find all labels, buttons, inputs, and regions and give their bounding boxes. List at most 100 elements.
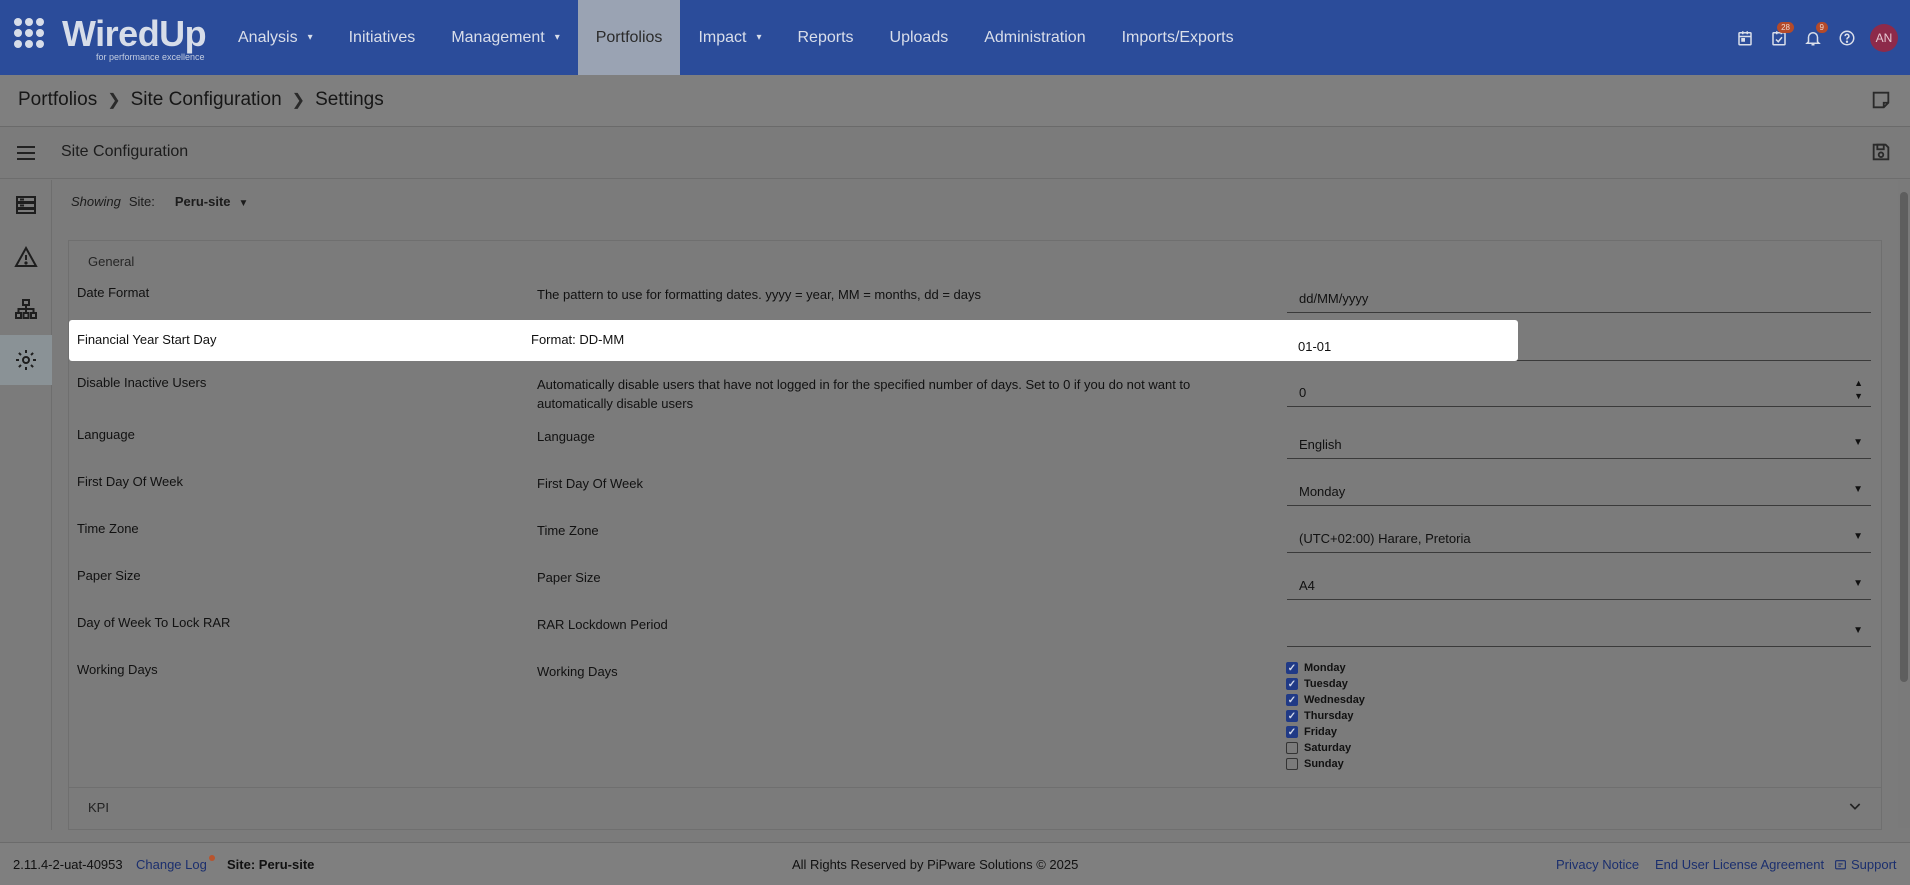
checkbox-unchecked-icon[interactable] xyxy=(1286,758,1298,770)
language-select[interactable]: English ▼ xyxy=(1287,427,1871,459)
nav-item-portfolios[interactable]: Portfolios xyxy=(577,0,681,75)
nav-item-label: Management xyxy=(451,28,545,46)
help-icon[interactable] xyxy=(1830,21,1864,55)
warning-icon[interactable] xyxy=(0,232,52,282)
checkbox-label: Friday xyxy=(1304,726,1338,738)
breadcrumb: Portfolios ❯ Site Configuration ❯ Settin… xyxy=(18,89,384,111)
time-zone-select[interactable]: (UTC+02:00) Harare, Pretoria ▼ xyxy=(1287,521,1871,553)
setting-description: Automatically disable users that have no… xyxy=(537,377,1191,411)
bell-icon[interactable]: 9 xyxy=(1796,21,1830,55)
calendar-icon[interactable] xyxy=(1728,21,1762,55)
site-value: Peru-site xyxy=(174,194,231,209)
nav-item-label: Portfolios xyxy=(595,28,663,46)
setting-label: Disable Inactive Users xyxy=(77,375,207,390)
working-day-thursday[interactable]: ✓ Thursday xyxy=(1286,708,1365,724)
support-label: Support xyxy=(1851,857,1897,872)
field-value: 0 xyxy=(1299,385,1307,400)
hamburger-menu-icon[interactable] xyxy=(14,141,38,165)
support-link[interactable]: Support xyxy=(1834,857,1897,872)
nav-item-uploads[interactable]: Uploads xyxy=(872,0,967,75)
hierarchy-icon[interactable] xyxy=(0,284,52,334)
nav-item-initiatives[interactable]: Initiatives xyxy=(331,0,434,75)
logo-tagline: for performance excellence xyxy=(96,52,205,62)
setting-label: First Day Of Week xyxy=(77,474,183,489)
copyright-text: All Rights Reserved by PiPware Solutions… xyxy=(792,857,1079,872)
logo-text: WiredUp xyxy=(62,13,207,54)
server-list-icon[interactable] xyxy=(0,180,52,230)
nav-item-imports-exports[interactable]: Imports/Exports xyxy=(1104,0,1252,75)
site-filter: Showing Site: Peru-site ▼ xyxy=(71,194,248,209)
setting-description: Paper Size xyxy=(537,570,601,585)
setting-label: Paper Size xyxy=(77,568,141,583)
working-day-monday[interactable]: ✓ Monday xyxy=(1286,660,1365,676)
nav-menu: Analysis ▾ Initiatives Management ▾ Portfo… xyxy=(220,0,1252,75)
nav-item-analysis[interactable]: Analysis ▾ xyxy=(220,0,331,75)
financial-year-start-day-input[interactable]: 01-01 xyxy=(1298,339,1331,354)
setting-label: Day of Week To Lock RAR xyxy=(77,615,231,630)
working-day-sunday[interactable]: Sunday xyxy=(1286,756,1365,772)
working-day-tuesday[interactable]: ✓ Tuesday xyxy=(1286,676,1365,692)
first-day-of-week-select[interactable]: Monday ▼ xyxy=(1287,474,1871,506)
field-value: (UTC+02:00) Harare, Pretoria xyxy=(1299,531,1471,546)
notifications-badge: 9 xyxy=(1815,21,1828,33)
working-day-saturday[interactable]: Saturday xyxy=(1286,740,1365,756)
checkbox-checked-icon[interactable]: ✓ xyxy=(1286,662,1298,674)
nav-item-management[interactable]: Management ▾ xyxy=(433,0,577,75)
nav-item-label: Imports/Exports xyxy=(1121,28,1234,46)
chevron-down-icon[interactable] xyxy=(1847,798,1863,814)
checkbox-checked-icon[interactable]: ✓ xyxy=(1286,678,1298,690)
field-value: dd/MM/yyyy xyxy=(1299,291,1369,306)
caret-down-icon: ▾ xyxy=(756,32,762,43)
gear-icon[interactable] xyxy=(0,335,52,385)
breadcrumb-site-configuration[interactable]: Site Configuration xyxy=(131,89,282,111)
nav-item-impact[interactable]: Impact ▾ xyxy=(680,0,779,75)
field-value: Monday xyxy=(1299,484,1346,499)
site-selector[interactable]: Peru-site ▼ xyxy=(175,194,249,209)
nav-item-administration[interactable]: Administration xyxy=(966,0,1103,75)
save-icon[interactable] xyxy=(1870,141,1892,163)
breadcrumb-portfolios[interactable]: Portfolios xyxy=(18,89,97,111)
nav-item-label: Reports xyxy=(797,28,854,46)
wiredup-logo[interactable]: WiredUp for performance excellence xyxy=(10,12,207,62)
tasks-badge: 28 xyxy=(1777,21,1794,33)
setting-row-financial-year-start-day[interactable]: Financial Year Start Day Format: DD-MM 0… xyxy=(69,320,1518,361)
chevron-right-icon: ❯ xyxy=(291,92,306,109)
change-log-dot-icon xyxy=(209,855,215,861)
showing-label: Showing xyxy=(71,194,121,209)
paper-size-select[interactable]: A4 ▼ xyxy=(1287,568,1871,600)
checkbox-label: Wednesday xyxy=(1304,694,1365,706)
note-icon[interactable] xyxy=(1870,89,1892,111)
nav-actions: 28 9 AN xyxy=(1728,0,1910,75)
setting-label: Date Format xyxy=(77,285,150,300)
checkbox-checked-icon[interactable]: ✓ xyxy=(1286,694,1298,706)
main-content: Showing Site: Peru-site ▼ General Date Fo… xyxy=(56,180,1896,830)
caret-down-icon: ▼ xyxy=(1853,484,1863,495)
caret-down-icon: ▾ xyxy=(554,32,560,43)
field-value: English xyxy=(1299,437,1342,452)
setting-description: Working Days xyxy=(537,664,618,679)
eula-link[interactable]: End User License Agreement xyxy=(1655,857,1824,872)
setting-label: Financial Year Start Day xyxy=(77,332,217,347)
avatar[interactable]: AN xyxy=(1870,23,1898,52)
working-day-friday[interactable]: ✓ Friday xyxy=(1286,724,1365,740)
checkbox-unchecked-icon[interactable] xyxy=(1286,742,1298,754)
scrollbar-thumb[interactable] xyxy=(1900,192,1908,682)
setting-label: Working Days xyxy=(77,662,158,677)
nav-item-reports[interactable]: Reports xyxy=(779,0,871,75)
rar-lock-day-select[interactable]: ▼ xyxy=(1287,615,1871,647)
nav-item-label: Uploads xyxy=(889,28,949,46)
scrollbar[interactable] xyxy=(1898,180,1910,828)
number-stepper-icon[interactable]: ▲ ▼ xyxy=(1854,377,1863,403)
date-format-input[interactable]: dd/MM/yyyy xyxy=(1287,281,1871,313)
disable-inactive-users-input[interactable]: 0 ▲ ▼ xyxy=(1287,375,1871,407)
checkbox-checked-icon[interactable]: ✓ xyxy=(1286,710,1298,722)
working-day-wednesday[interactable]: ✓ Wednesday xyxy=(1286,692,1365,708)
nav-item-label: Impact xyxy=(698,28,747,46)
change-log-link[interactable]: Change Log xyxy=(136,857,207,872)
privacy-notice-link[interactable]: Privacy Notice xyxy=(1556,857,1639,872)
kpi-panel-header[interactable]: KPI xyxy=(68,787,1882,827)
tasks-icon[interactable]: 28 xyxy=(1762,21,1796,55)
checkbox-label: Thursday xyxy=(1304,710,1354,722)
checkbox-checked-icon[interactable]: ✓ xyxy=(1286,726,1298,738)
setting-description: RAR Lockdown Period xyxy=(537,617,668,632)
